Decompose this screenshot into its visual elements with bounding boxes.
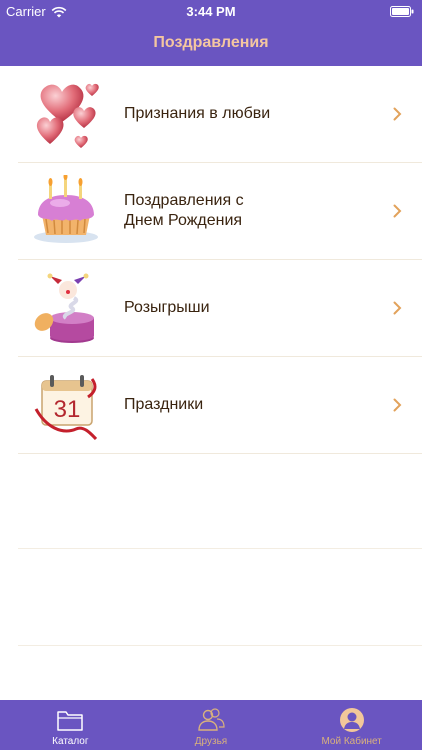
folder-icon [57, 711, 84, 731]
chevron-right-icon [393, 398, 402, 412]
list-item-label: Признания в любви [124, 105, 271, 122]
chevron-right-icon [393, 204, 402, 218]
page-title: Поздравления [153, 34, 269, 51]
top-bar: Carrier 3:44 PM Поздравления [0, 0, 422, 66]
empty-row-separator [18, 548, 422, 549]
category-list: Признания в любви Поздравления с Днем Ро… [0, 66, 422, 454]
profile-icon [339, 708, 364, 732]
tab-catalog[interactable]: Каталог [0, 700, 141, 750]
chevron-right-icon [393, 301, 402, 315]
tab-label: Мой Кабинет [321, 736, 382, 747]
tab-bar: Каталог Друзья Мой Кабинет [0, 700, 422, 750]
status-bar: Carrier 3:44 PM [0, 0, 422, 22]
birthday-cake-icon [34, 175, 98, 243]
list-item-label: Поздравления с Днем Рождения [124, 192, 244, 229]
tab-friends[interactable]: Друзья [141, 700, 282, 750]
tab-label: Каталог [52, 736, 89, 747]
list-item-label: Праздники [124, 396, 204, 413]
status-time: 3:44 PM [186, 4, 236, 19]
calendar-icon: 31 [34, 375, 98, 441]
hearts-icon [36, 83, 99, 148]
list-item-pranks[interactable]: Розыгрыши [18, 260, 422, 357]
chevron-right-icon [393, 107, 402, 121]
battery-icon [390, 6, 414, 17]
tab-label: Друзья [194, 736, 228, 747]
list-item-holidays[interactable]: 31 Праздники [18, 357, 422, 454]
list-item-birthday[interactable]: Поздравления с Днем Рождения [18, 163, 422, 260]
friends-icon [198, 708, 225, 731]
empty-row-separator [18, 645, 422, 646]
jack-in-the-box-icon [34, 273, 94, 343]
list-item-love[interactable]: Признания в любви [18, 66, 422, 163]
tab-my-account[interactable]: Мой Кабинет [281, 700, 422, 750]
calendar-date-text: 31 [54, 396, 81, 423]
list-item-label: Розыгрыши [124, 299, 210, 316]
